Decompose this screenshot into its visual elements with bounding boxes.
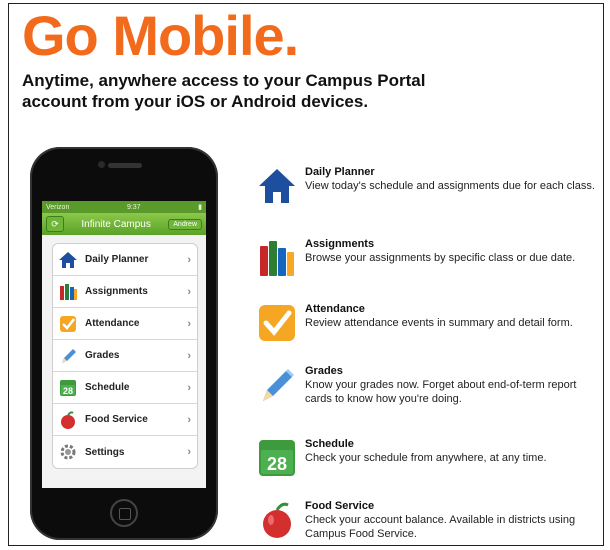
phone-mockup: Verizon 9:37 ▮ ⟳ Infinite Campus Andrew … — [30, 147, 218, 540]
calendar-icon: 28 — [57, 377, 79, 399]
speaker-slot — [108, 163, 142, 168]
svg-text:28: 28 — [63, 386, 73, 396]
chevron-right-icon: › — [187, 253, 191, 266]
menu-item-food-service[interactable]: Food Service › — [53, 404, 197, 436]
feature-name: Schedule — [305, 438, 354, 450]
feature-description: Check your account balance. Available in… — [305, 514, 576, 540]
intro-text: Anytime, anywhere access to your Campus … — [22, 71, 426, 111]
menu-item-label: Food Service — [85, 414, 148, 425]
feature-grades: Grades Know your grades now. Forget abou… — [257, 365, 597, 409]
menu-item-label: Schedule — [85, 382, 130, 393]
feature-description: Review attendance events in summary and … — [305, 317, 573, 329]
checkmark-icon — [257, 303, 297, 343]
pencil-icon — [257, 365, 297, 405]
feature-name: Assignments — [305, 238, 375, 250]
feature-name: Attendance — [305, 303, 365, 315]
house-icon — [257, 166, 297, 206]
svg-text:28: 28 — [267, 454, 287, 474]
menu-item-label: Attendance — [85, 318, 140, 329]
menu-item-assignments[interactable]: Assignments › — [53, 276, 197, 308]
calendar-icon: 28 — [257, 438, 297, 478]
chevron-right-icon: › — [187, 381, 191, 394]
feature-attendance: Attendance Review attendance events in s… — [257, 303, 597, 347]
feature-description: Browse your assignments by specific clas… — [305, 252, 576, 264]
app-menu: Daily Planner › Assignments › Attendance… — [52, 243, 198, 469]
feature-description: Check your schedule from anywhere, at an… — [305, 452, 547, 464]
gear-icon — [57, 441, 79, 463]
menu-item-grades[interactable]: Grades › — [53, 340, 197, 372]
camera-dot — [98, 161, 105, 168]
chevron-right-icon: › — [187, 349, 191, 362]
battery-icon: ▮ — [198, 204, 202, 211]
pencil-icon — [57, 345, 79, 367]
feature-schedule: 28 Schedule Check your schedule from any… — [257, 438, 597, 482]
menu-item-label: Settings — [85, 446, 125, 458]
books-icon — [257, 238, 297, 278]
apple-icon — [257, 500, 297, 540]
menu-item-label: Grades — [85, 350, 120, 361]
feature-name: Food Service — [305, 500, 375, 512]
feature-description: Know your grades now. Forget about end-o… — [305, 379, 577, 405]
app-nav-bar: ⟳ Infinite Campus Andrew — [42, 213, 206, 235]
checkmark-icon — [57, 313, 79, 335]
refresh-button[interactable]: ⟳ — [46, 216, 64, 232]
carrier-label: Verizon — [46, 203, 70, 211]
chevron-right-icon: › — [187, 413, 191, 426]
status-bar: Verizon 9:37 ▮ — [42, 201, 206, 213]
feature-name: Grades — [305, 365, 343, 377]
app-title: Infinite Campus — [81, 218, 151, 230]
feature-food-service: Food Service Check your account balance.… — [257, 500, 597, 544]
menu-item-label: Daily Planner — [85, 254, 149, 265]
chevron-right-icon: › — [187, 446, 191, 458]
books-icon — [57, 281, 79, 303]
apple-icon — [57, 409, 79, 431]
feature-daily-planner: Daily Planner View today's schedule and … — [257, 166, 597, 210]
chevron-right-icon: › — [187, 285, 191, 298]
phone-screen: Verizon 9:37 ▮ ⟳ Infinite Campus Andrew … — [42, 201, 206, 488]
menu-item-attendance[interactable]: Attendance › — [53, 308, 197, 340]
page-title: Go Mobile. — [22, 4, 299, 67]
status-time: 9:37 — [126, 203, 141, 211]
chevron-right-icon: › — [187, 317, 191, 330]
menu-item-label: Assignments — [85, 286, 148, 297]
menu-item-daily-planner[interactable]: Daily Planner › — [53, 244, 197, 276]
menu-item-settings[interactable]: Settings › — [53, 436, 197, 468]
feature-description: View today's schedule and assignments du… — [305, 180, 595, 192]
feature-assignments: Assignments Browse your assignments by s… — [257, 238, 597, 282]
menu-item-schedule[interactable]: 28 Schedule › — [53, 372, 197, 404]
feature-name: Daily Planner — [305, 166, 375, 178]
home-button[interactable] — [110, 499, 138, 527]
house-icon — [57, 249, 79, 271]
user-button[interactable]: Andrew — [168, 218, 202, 230]
